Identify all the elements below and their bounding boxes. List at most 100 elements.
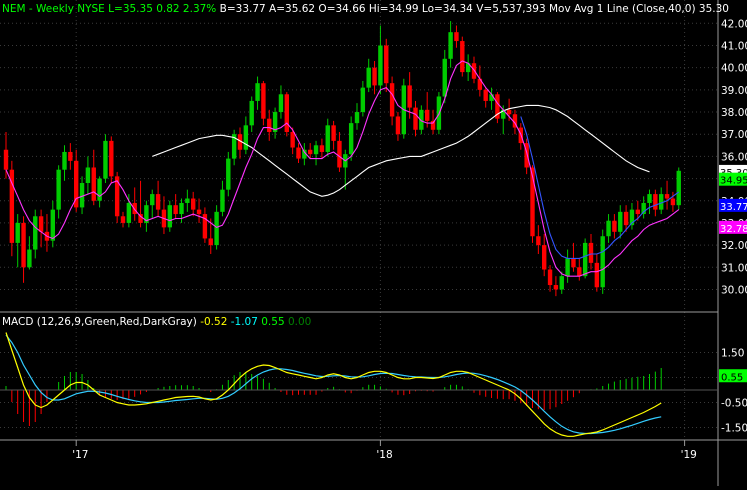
legend-item: O=34.66	[315, 3, 366, 15]
candle-body	[290, 131, 295, 148]
candle-body	[594, 262, 600, 288]
candle-body	[91, 167, 96, 201]
legend-item: 0.82	[153, 3, 180, 15]
candle-body	[366, 67, 371, 88]
date-tick-label: '18	[376, 449, 392, 461]
candle-body	[547, 269, 553, 286]
candle-body	[565, 258, 570, 277]
legend-item: MACD (12,26,9,Green,Red,DarkGray)	[2, 316, 197, 328]
candle-body	[220, 189, 225, 212]
candle-body	[664, 194, 670, 199]
macd-axis: 1.500.50-0.50-1.500.55	[719, 348, 747, 435]
candle-body	[56, 169, 61, 210]
legend-item: L=35.35	[105, 3, 153, 15]
candle-body	[676, 170, 681, 206]
legend-item: B=33.77	[216, 3, 265, 15]
candle-body	[606, 220, 611, 237]
legend-item: Mov Avg 1 Line (Close,40,0)	[546, 3, 696, 15]
macd-tick-label: 1.50	[721, 348, 744, 360]
candle-body	[571, 258, 576, 268]
candle-body	[284, 94, 289, 132]
candle-body	[542, 245, 547, 270]
candle-body	[483, 89, 488, 101]
candle-body	[185, 198, 190, 203]
candle-body	[27, 249, 32, 268]
price-tick-label: 30.00	[721, 284, 747, 296]
price-tick-label: 41.00	[721, 40, 747, 52]
date-axis: '17 '18 '19	[72, 440, 697, 461]
candle-body	[103, 140, 108, 179]
candle-body	[384, 45, 389, 84]
candle-body	[360, 87, 366, 113]
candle-body	[425, 109, 430, 121]
date-tick-label: '17	[72, 449, 88, 461]
candle-body	[167, 205, 172, 228]
price-tick-label: 31.00	[721, 262, 747, 274]
candle-body	[155, 194, 161, 210]
price-tick-label: 32.00	[721, 240, 747, 252]
candle-body	[308, 149, 313, 155]
candle-body	[407, 85, 412, 108]
candle-body	[354, 112, 360, 124]
candle-body	[448, 32, 453, 59]
candle-body	[173, 205, 178, 215]
candle-body	[454, 32, 459, 42]
candle-body	[214, 211, 219, 246]
price-legend: NEM - Weekly NYSE L=35.35 0.82 2.37% B=3…	[2, 3, 729, 15]
price-value-tag-label: 33.77	[720, 202, 747, 213]
candle-body	[670, 198, 676, 206]
legend-item: Lo=34.34	[419, 3, 474, 15]
candle-body	[62, 151, 67, 170]
candle-body	[331, 125, 336, 141]
candle-body	[337, 140, 342, 168]
candle-body	[313, 145, 319, 155]
candle-body	[553, 285, 559, 290]
legend-item: 35.30	[696, 3, 729, 15]
candle-body	[618, 211, 623, 232]
chart-canvas[interactable]: 30.0031.0032.0033.0034.0035.0036.0037.00…	[0, 0, 747, 486]
candle-body	[460, 41, 465, 73]
candle-body	[261, 83, 266, 119]
candle-body	[21, 222, 26, 268]
chart-window: 30.0031.0032.0033.0034.0035.0036.0037.00…	[0, 0, 747, 486]
price-tick-label: 37.00	[721, 129, 747, 141]
legend-item: NEM - Weekly NYSE	[2, 3, 105, 15]
macd-signal-line	[5, 334, 662, 435]
candle-body	[38, 216, 44, 232]
price-tick-label: 36.00	[721, 151, 747, 163]
price-value-tag-label: 32.78	[720, 224, 747, 235]
candle-body	[653, 194, 658, 210]
candle-body	[348, 123, 354, 155]
price-tick-label: 39.00	[721, 85, 747, 97]
legend-item: 0.55	[258, 316, 285, 328]
candle-body	[126, 202, 132, 223]
candle-body	[179, 202, 184, 215]
price-axis: 30.0031.0032.0033.0034.0035.0036.0037.00…	[721, 18, 747, 296]
macd-lines	[5, 332, 662, 437]
candle-body	[395, 116, 401, 135]
candle-body	[249, 100, 254, 126]
legend-item: V=5,537,393	[473, 3, 546, 15]
candle-body	[577, 267, 582, 277]
candle-body	[132, 202, 137, 215]
candle-body	[506, 109, 512, 115]
candle-body	[582, 242, 588, 277]
price-value-tags: 35.3034.9533.7732.78	[719, 164, 747, 235]
candle-body	[588, 242, 594, 263]
candle-body	[191, 198, 196, 210]
candle-body	[150, 194, 155, 206]
candle-body	[109, 140, 114, 177]
candle-body	[50, 209, 55, 241]
macd-legend: MACD (12,26,9,Green,Red,DarkGray) -0.52 …	[2, 316, 311, 328]
candle-body	[471, 63, 477, 79]
candle-body	[442, 58, 447, 97]
candle-body	[612, 220, 617, 232]
macd-tick-label: -0.50	[721, 398, 747, 410]
candle-body	[559, 276, 564, 290]
legend-item: -1.07	[227, 316, 258, 328]
candle-body	[196, 209, 202, 215]
candle-body	[413, 107, 418, 130]
macd-tick-label: -1.50	[721, 423, 747, 435]
candle-body	[635, 209, 640, 215]
candle-body	[296, 147, 301, 159]
